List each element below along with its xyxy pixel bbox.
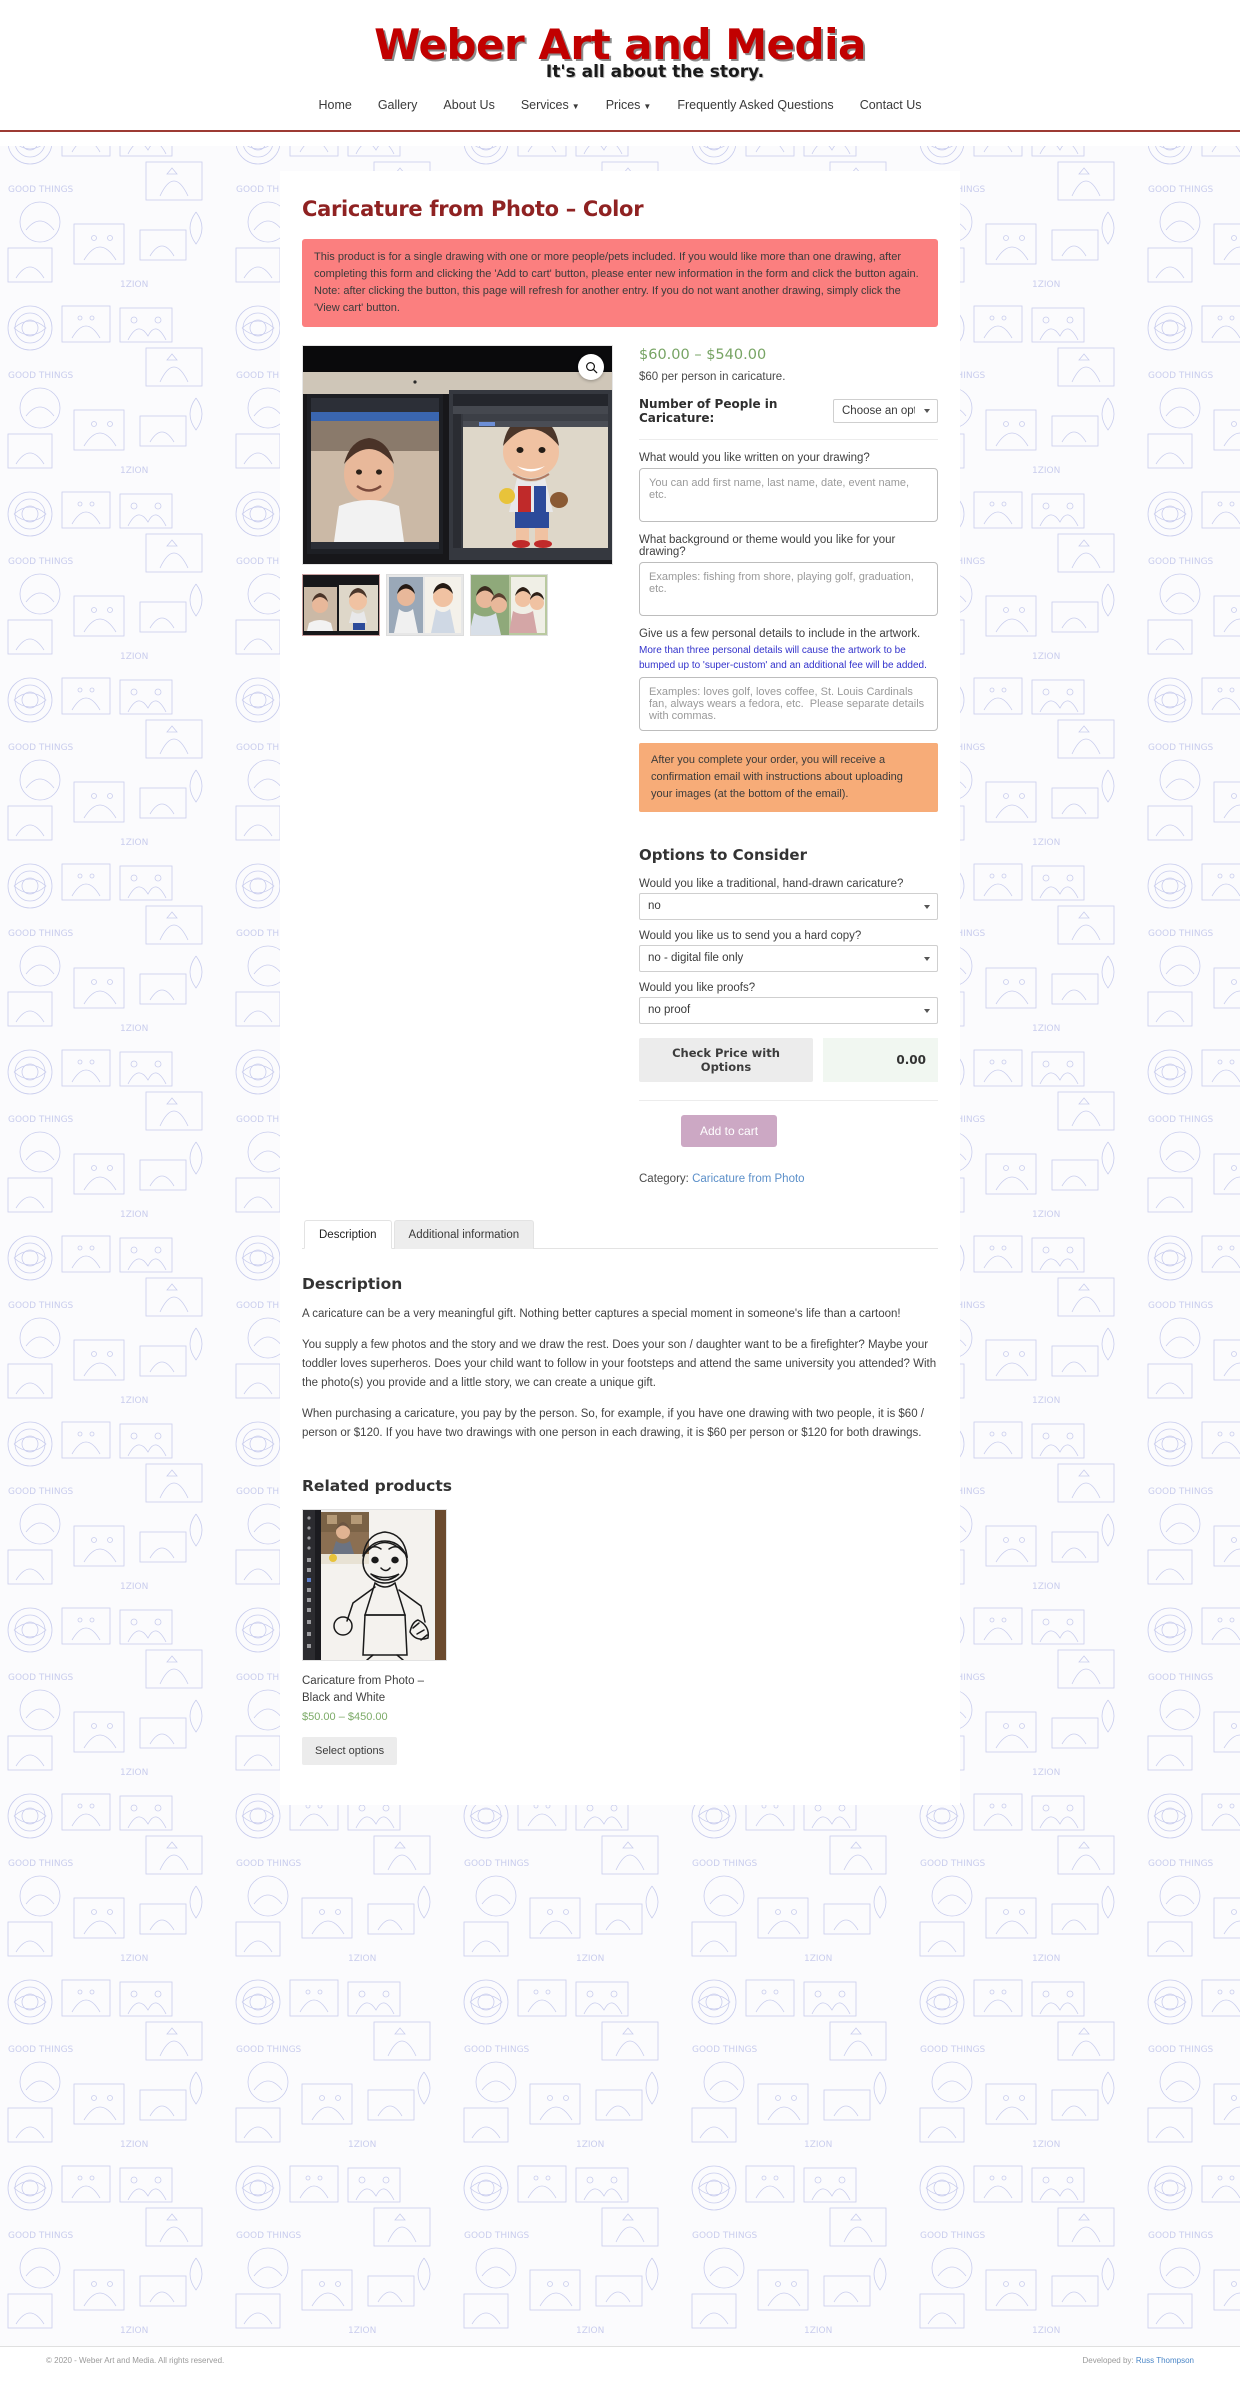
product-order-form: $60.00 – $540.00 $60 per person in caric…: [639, 345, 938, 1185]
nav-item-services[interactable]: Services ▼: [521, 98, 580, 112]
thumbnail-1[interactable]: [302, 574, 380, 637]
option-label: Would you like a traditional, hand-drawn…: [639, 878, 904, 891]
people-count-select[interactable]: Choose an option: [833, 399, 938, 424]
option-hardcopy: Would you like us to send you a hard cop…: [639, 930, 938, 973]
description-paragraph: When purchasing a caricature, you pay by…: [302, 1408, 924, 1440]
field-label: What would you like written on your draw…: [639, 452, 870, 465]
written-text-input[interactable]: [639, 468, 938, 523]
footer-developer-link[interactable]: Russ Thompson: [1136, 2356, 1194, 2365]
field-label: What background or theme would you like …: [639, 534, 896, 559]
nav-label: About Us: [443, 98, 495, 112]
form-divider: [639, 439, 938, 441]
field-label: Give us a few personal details to includ…: [639, 628, 921, 641]
option-proofs: Would you like proofs? no proof: [639, 982, 938, 1025]
nav-label: Frequently Asked Questions: [677, 98, 834, 112]
handdrawn-select[interactable]: no: [639, 893, 938, 921]
tab-description[interactable]: Description: [304, 1220, 392, 1250]
footer-copyright: © 2020 - Weber Art and Media. All rights…: [46, 2356, 225, 2365]
related-product-card: Caricature from Photo – Black and White …: [302, 1509, 447, 1766]
chevron-down-icon: ▼: [571, 102, 580, 111]
product-summary: $60.00 – $540.00 $60 per person in caric…: [302, 345, 938, 1185]
notice-alert-red: This product is for a single drawing wit…: [302, 239, 938, 328]
personal-details-input[interactable]: [639, 677, 938, 732]
field-sublabel: More than three personal details will ca…: [639, 645, 927, 671]
brand-tagline: It's all about the story.: [545, 62, 765, 82]
page-title: Caricature from Photo – Color: [302, 197, 644, 221]
nav-label: Gallery: [377, 98, 418, 112]
nav-label: Prices: [605, 98, 641, 112]
background-theme-input[interactable]: [639, 562, 938, 617]
handdrawn-select-wrap: no: [639, 893, 938, 921]
chevron-down-icon: ▼: [643, 102, 652, 111]
nav-item-faq[interactable]: Frequently Asked Questions: [677, 98, 833, 112]
product-main-image[interactable]: [302, 345, 613, 566]
hardcopy-select-wrap: no - digital file only: [639, 945, 938, 973]
category-link[interactable]: Caricature from Photo: [692, 1173, 805, 1185]
people-count-select-wrap: Choose an option: [833, 399, 938, 424]
price-check-row: Check Price with Options 0.00: [639, 1038, 938, 1083]
price-range: $60.00 – $540.00: [639, 347, 767, 364]
field-personal-details: Give us a few personal details to includ…: [639, 628, 938, 732]
option-handdrawn: Would you like a traditional, hand-drawn…: [639, 878, 938, 921]
check-price-button[interactable]: Check Price with Options: [639, 1038, 813, 1083]
description-paragraph: A caricature can be a very meaningful gi…: [302, 1308, 901, 1321]
nav-item-gallery[interactable]: Gallery: [378, 98, 418, 112]
cart-divider: [639, 1100, 938, 1102]
related-product-name[interactable]: Caricature from Photo – Black and White: [302, 1673, 447, 1706]
nav-item-home[interactable]: Home: [318, 98, 351, 112]
product-tabs-section: Description Additional information Descr…: [302, 1219, 938, 1443]
proofs-select[interactable]: no proof: [639, 997, 938, 1025]
nav-item-contact-us[interactable]: Contact Us: [860, 98, 922, 112]
description-heading: Description: [302, 1275, 403, 1294]
price-note: $60 per person in caricature.: [639, 371, 786, 384]
footer-credit-prefix: Developed by:: [1082, 2356, 1134, 2365]
option-label: Would you like proofs?: [639, 982, 756, 995]
thumbnail-3[interactable]: [470, 574, 548, 637]
description-paragraph: You supply a few photos and the story an…: [302, 1339, 937, 1390]
site-footer: © 2020 - Weber Art and Media. All rights…: [0, 2346, 1240, 2394]
nav-item-prices[interactable]: Prices ▼: [606, 98, 652, 112]
related-product-image[interactable]: [302, 1509, 447, 1662]
thumbnail-2[interactable]: [386, 574, 464, 637]
brand-title: Weber Art and Media: [374, 20, 866, 69]
category-prefix: Category:: [639, 1173, 689, 1186]
product-tabs: Description Additional information: [302, 1219, 938, 1250]
category-line: Category: Caricature from Photo: [639, 1173, 938, 1185]
site-header: Weber Art and Media It's all about the s…: [0, 0, 1240, 146]
options-heading: Options to Consider: [639, 846, 808, 865]
footer-credit: Developed by: Russ Thompson: [1083, 2356, 1195, 2365]
option-label: Would you like us to send you a hard cop…: [639, 930, 862, 943]
add-to-cart-row: Add to cart: [639, 1115, 938, 1148]
nav-label: Contact Us: [859, 98, 922, 112]
nav-label: Services: [520, 98, 569, 112]
computed-price-output: 0.00: [823, 1038, 938, 1083]
related-products-heading: Related products: [302, 1477, 452, 1496]
add-to-cart-button[interactable]: Add to cart: [681, 1115, 778, 1148]
main-navigation: Home Gallery About Us Services ▼ Prices ▼ …: [0, 98, 1240, 112]
tab-additional-information[interactable]: Additional information: [393, 1220, 535, 1250]
product-page-container: Caricature from Photo – Color This produ…: [280, 171, 960, 1806]
nav-item-about-us[interactable]: About Us: [443, 98, 494, 112]
header-divider: [0, 130, 1240, 132]
people-count-row: Number of People in Caricature: Choose a…: [639, 397, 938, 425]
nav-label: Home: [318, 98, 352, 112]
product-thumbnails: [302, 574, 613, 637]
related-product-price: $50.00 – $450.00: [302, 1711, 388, 1724]
notice-alert-orange: After you complete your order, you will …: [639, 743, 938, 813]
hardcopy-select[interactable]: no - digital file only: [639, 945, 938, 973]
product-gallery: [302, 345, 613, 637]
select-options-button[interactable]: Select options: [302, 1737, 398, 1766]
proofs-select-wrap: no proof: [639, 997, 938, 1025]
field-written-text: What would you like written on your draw…: [639, 452, 938, 523]
field-background-theme: What background or theme would you like …: [639, 534, 938, 617]
search-icon[interactable]: [578, 354, 604, 381]
people-count-label: Number of People in Caricature:: [639, 397, 778, 426]
